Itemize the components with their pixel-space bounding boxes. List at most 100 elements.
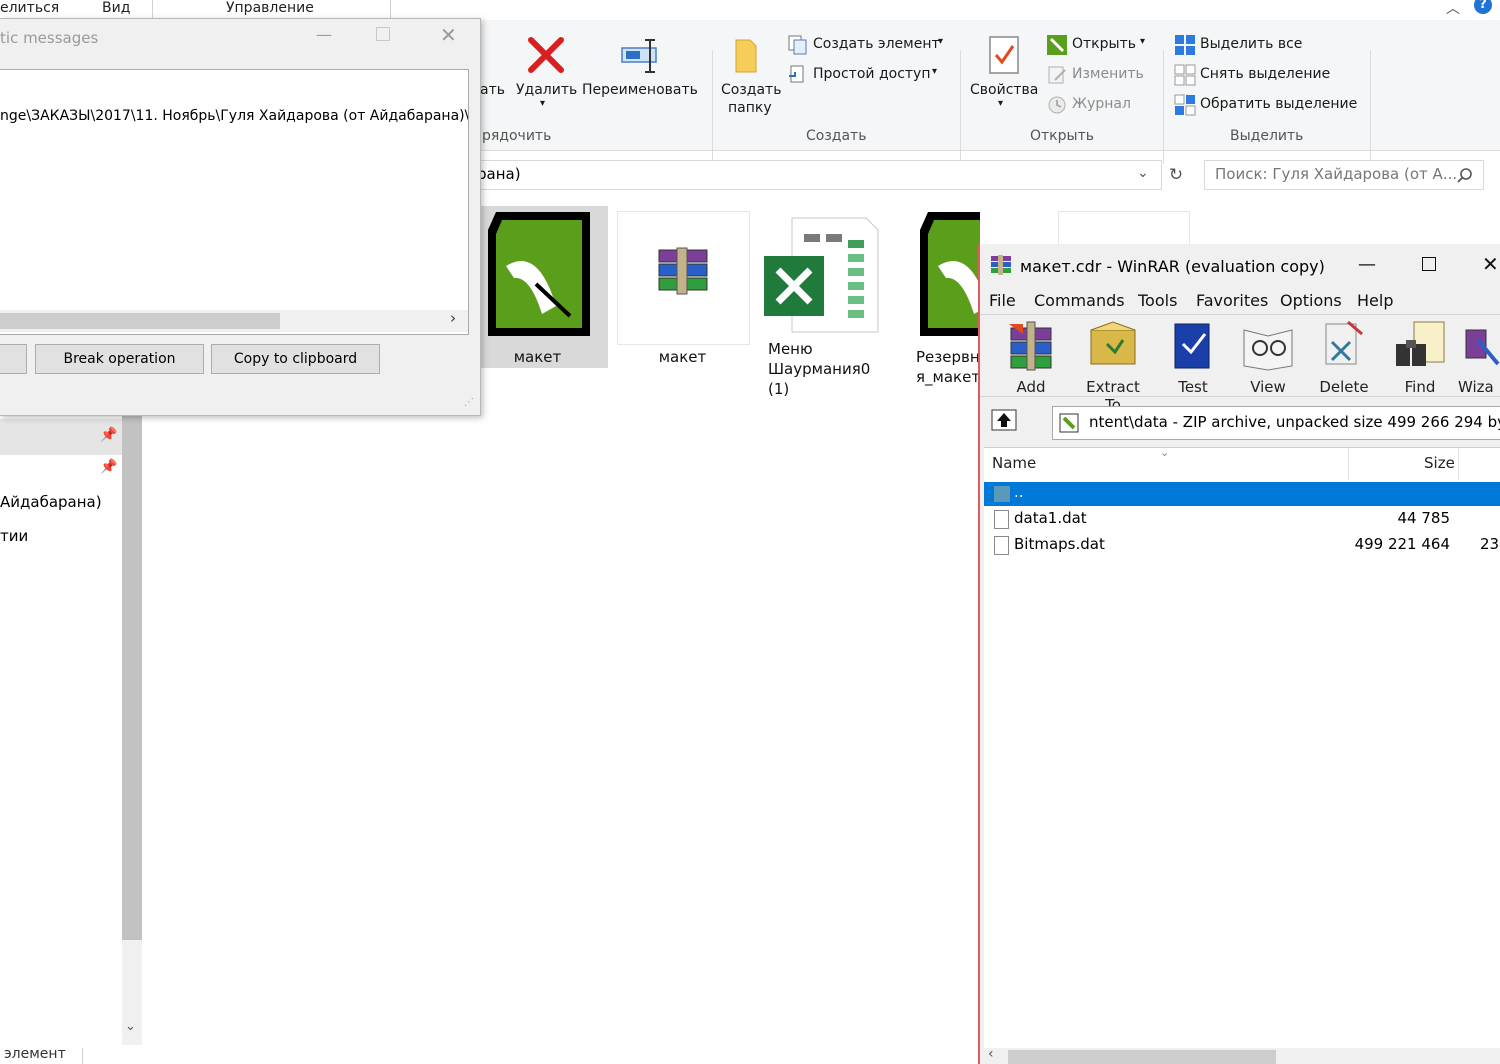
open-dropdown-icon[interactable]: ▾ bbox=[1140, 36, 1145, 47]
search-input[interactable]: Поиск: Гуля Хайдарова (от А... bbox=[1204, 160, 1484, 190]
new-item-dropdown-icon[interactable]: ▾ bbox=[938, 36, 943, 47]
toolbar-extract-button[interactable]: Extract To bbox=[1078, 320, 1148, 414]
close-icon[interactable]: ✕ bbox=[440, 23, 457, 47]
minimize-icon[interactable]: — bbox=[1358, 254, 1376, 275]
scroll-down-icon[interactable]: ⌄ bbox=[125, 1019, 136, 1034]
new-folder-label-2[interactable]: папку bbox=[728, 100, 772, 116]
file-item-backup[interactable]: Резервн я_макет bbox=[910, 206, 980, 387]
menu-help[interactable]: Help bbox=[1357, 291, 1393, 310]
hscroll-thumb[interactable] bbox=[1008, 1050, 1276, 1064]
delete-dropdown-icon[interactable]: ▾ bbox=[540, 98, 545, 109]
toolbar-test-button[interactable]: Test bbox=[1158, 320, 1228, 396]
column-size-header[interactable]: Size bbox=[1424, 454, 1455, 472]
tab-share[interactable]: елиться bbox=[0, 0, 59, 16]
dialog-title: tic messages bbox=[0, 29, 99, 47]
minimize-icon[interactable]: — bbox=[316, 25, 332, 44]
edit-button[interactable]: Изменить bbox=[1072, 66, 1144, 82]
file-list[interactable]: Name ⌄ Size .. data1.dat 44 785 Bitmaps.… bbox=[984, 446, 1500, 1051]
message-box[interactable]: nge\ЗАКАЗЫ\2017\11. Ноябрь\Гуля Хайдаров… bbox=[0, 69, 469, 335]
file-item-rar[interactable]: макет bbox=[617, 246, 748, 367]
hscroll-thumb[interactable] bbox=[0, 313, 280, 329]
maximize-icon[interactable] bbox=[376, 27, 390, 41]
rename-icon[interactable] bbox=[620, 36, 664, 76]
toolbar-view-button[interactable]: View bbox=[1233, 320, 1303, 396]
new-item-button[interactable]: Создать элемент bbox=[813, 36, 940, 52]
file-item-corel[interactable]: макет bbox=[470, 206, 605, 367]
menu-commands[interactable]: Commands bbox=[1034, 291, 1125, 310]
coreldraw-backup-icon bbox=[920, 212, 980, 336]
view-icon bbox=[1243, 329, 1293, 371]
menu-options[interactable]: Options bbox=[1280, 291, 1342, 310]
copy-to-clipboard-button[interactable]: Copy to clipboard bbox=[211, 344, 380, 374]
toolbar-delete-button[interactable]: Delete bbox=[1309, 320, 1379, 396]
select-none-button[interactable]: Снять выделение bbox=[1200, 66, 1330, 82]
easy-access-button[interactable]: Простой доступ bbox=[813, 66, 930, 82]
column-divider bbox=[1458, 448, 1459, 480]
toolbar-add-button[interactable]: Add bbox=[996, 320, 1066, 396]
resize-grip-icon[interactable]: ⋰ bbox=[464, 397, 474, 408]
toolbar-find-button[interactable]: Find bbox=[1385, 320, 1455, 396]
column-name-header[interactable]: Name bbox=[992, 454, 1036, 472]
scroll-left-icon[interactable]: ‹ bbox=[988, 1046, 994, 1062]
history-icon bbox=[1048, 96, 1066, 114]
table-row[interactable]: Bitmaps.dat 499 221 464 234 bbox=[984, 534, 1500, 558]
select-all-button[interactable]: Выделить все bbox=[1200, 36, 1302, 52]
column-divider bbox=[1348, 448, 1349, 480]
rename-button[interactable]: Переименовать bbox=[582, 82, 698, 98]
add-icon bbox=[1009, 321, 1052, 371]
table-row[interactable]: data1.dat 44 785 bbox=[984, 508, 1500, 532]
break-operation-button[interactable]: Break operation bbox=[35, 344, 204, 374]
address-dropdown-icon[interactable]: ⌄ bbox=[1137, 165, 1149, 181]
list-hscrollbar[interactable]: ‹ bbox=[984, 1046, 1500, 1064]
invert-selection-button[interactable]: Обратить выделение bbox=[1200, 96, 1357, 112]
open-button[interactable]: Открыть bbox=[1072, 36, 1136, 52]
properties-icon[interactable] bbox=[987, 34, 1021, 76]
pin-icon[interactable]: 📌 bbox=[100, 459, 117, 475]
delete-icon[interactable] bbox=[527, 36, 565, 74]
table-row[interactable]: .. bbox=[984, 482, 1500, 506]
toolbar-add-label: Add bbox=[1016, 378, 1046, 396]
history-button[interactable]: Журнал bbox=[1072, 96, 1131, 112]
message-hscrollbar[interactable]: › bbox=[0, 309, 468, 332]
menu-file[interactable]: File bbox=[989, 291, 1016, 310]
select-all-icon bbox=[1175, 35, 1195, 55]
nav-item-folder[interactable]: тии bbox=[0, 527, 28, 545]
file-thumb-frame bbox=[1058, 211, 1190, 246]
path-bar[interactable]: ntent\data - ZIP archive, unpacked size … bbox=[1052, 406, 1500, 440]
up-folder-button[interactable] bbox=[990, 408, 1026, 438]
row-size: 499 221 464 bbox=[1354, 535, 1450, 553]
menu-favorites[interactable]: Favorites bbox=[1196, 291, 1268, 310]
search-placeholder: Поиск: Гуля Хайдарова (от А... bbox=[1215, 165, 1458, 183]
toolbar-wizard-label: Wiza bbox=[1458, 378, 1494, 396]
close-icon[interactable]: ✕ bbox=[1482, 252, 1499, 276]
nav-scrollbar-thumb[interactable] bbox=[122, 415, 142, 940]
help-icon[interactable]: ? bbox=[1474, 0, 1492, 14]
refresh-icon[interactable]: ↻ bbox=[1162, 160, 1190, 190]
file-name-line1: Меню bbox=[768, 340, 813, 358]
edit-icon bbox=[1048, 66, 1066, 84]
pin-icon[interactable]: 📌 bbox=[100, 427, 117, 443]
delete-icon bbox=[1325, 320, 1363, 365]
easy-access-dropdown-icon[interactable]: ▾ bbox=[932, 66, 937, 77]
properties-button[interactable]: Свойства bbox=[970, 82, 1038, 98]
nav-item-folder[interactable]: Айдабарана) bbox=[0, 493, 102, 511]
new-folder-icon[interactable] bbox=[730, 36, 762, 76]
collapse-ribbon-icon[interactable]: ︿ bbox=[1446, 0, 1460, 18]
menu-tools[interactable]: Tools bbox=[1138, 291, 1177, 310]
tab-view[interactable]: Вид bbox=[102, 0, 130, 16]
search-icon[interactable] bbox=[1457, 167, 1473, 183]
cut-label-partial[interactable]: ать bbox=[480, 82, 505, 98]
properties-dropdown-icon[interactable]: ▾ bbox=[998, 98, 1003, 109]
delete-button[interactable]: Удалить bbox=[516, 82, 577, 98]
file-item-excel[interactable]: Меню Шаурмания0 (1) bbox=[760, 214, 896, 399]
path-text: ntent\data - ZIP archive, unpacked size … bbox=[1089, 413, 1500, 431]
dialog-button-partial[interactable] bbox=[0, 344, 27, 374]
sort-indicator-icon: ⌄ bbox=[1160, 446, 1170, 459]
scroll-right-icon[interactable]: › bbox=[450, 309, 456, 327]
new-folder-label-1[interactable]: Создать bbox=[721, 82, 781, 98]
toolbar-wizard-button[interactable]: Wiza bbox=[1458, 320, 1500, 396]
address-bar[interactable]: рана) ⌄ bbox=[470, 160, 1162, 190]
nav-scrollbar[interactable]: ⌄ bbox=[122, 415, 142, 1045]
maximize-icon[interactable] bbox=[1422, 257, 1436, 271]
tab-manage[interactable]: Управление bbox=[226, 0, 314, 16]
